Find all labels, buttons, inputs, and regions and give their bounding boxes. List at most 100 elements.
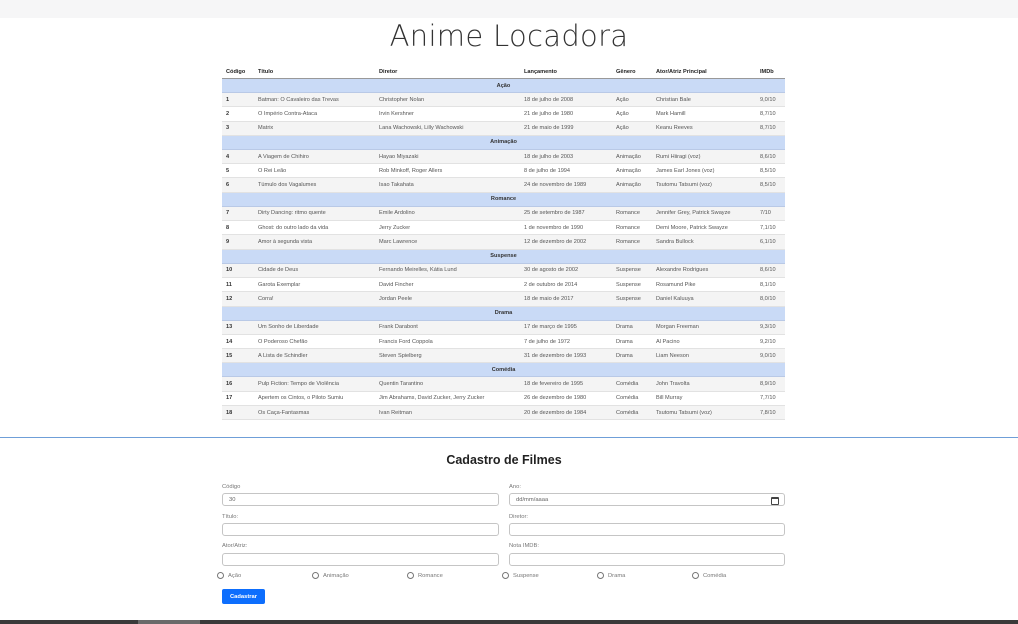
cell-imdb: 8,7/10 (756, 106, 785, 122)
table-header-row: Código Título Diretor Lançamento Gênero … (222, 65, 785, 79)
movies-table-body: Ação 1 Batman: O Cavaleiro das Trevas Chris… (222, 78, 785, 421)
cadastrar-button[interactable]: Cadastrar (222, 589, 265, 604)
cell-codigo: 1 (222, 92, 254, 108)
genre-radio-animacao[interactable]: Animação (312, 572, 349, 579)
cell-diretor: Irvin Kershner (375, 106, 520, 122)
cell-diretor: Rob Minkoff, Roger Allers (375, 163, 520, 179)
category-row: Comédia (222, 362, 785, 378)
cell-ator: James Earl Jones (voz) (652, 163, 756, 179)
cell-diretor: Fernando Meirelles, Kátia Lund (375, 263, 520, 278)
cell-titulo: Apertem os Cintos, o Piloto Sumiu (254, 391, 375, 407)
cell-ator: Sandra Bullock (652, 234, 756, 250)
form-title: Cadastro de Filmes (446, 453, 562, 467)
cell-genero: Animação (612, 177, 652, 193)
scrollbar-thumb[interactable] (138, 620, 200, 624)
codigo-input[interactable]: 30 (222, 493, 499, 506)
cell-ator: Mark Hamill (652, 106, 756, 122)
table-row: 12 Corra! Jordan Peele 18 de maio de 2017 Su… (222, 291, 785, 307)
ano-label: Ano: (509, 484, 521, 490)
cell-ator: Bill Murray (652, 391, 756, 407)
titulo-label: Título: (222, 514, 239, 520)
col-header-codigo: Código (222, 65, 254, 79)
cell-genero: Ação (612, 92, 652, 108)
cell-ator: Daniel Kaluuya (652, 291, 756, 307)
genre-radio-comedia[interactable]: Comédia (692, 572, 726, 579)
ator-input[interactable] (222, 553, 499, 566)
cell-diretor: Ivan Reitman (375, 405, 520, 421)
cell-codigo: 15 (222, 348, 254, 364)
cell-codigo: 7 (222, 206, 254, 222)
cell-codigo: 6 (222, 177, 254, 193)
cell-genero: Comédia (612, 376, 652, 392)
cell-imdb: 9,2/10 (756, 334, 785, 350)
cell-imdb: 8,6/10 (756, 263, 785, 278)
cell-titulo: Ghost: do outro lado da vida (254, 220, 375, 236)
cell-genero: Ação (612, 121, 652, 136)
radio-circle-icon[interactable] (597, 572, 604, 579)
radio-circle-icon[interactable] (407, 572, 414, 579)
genre-label: Comédia (703, 572, 727, 579)
cell-genero: Romance (612, 234, 652, 250)
section-divider (0, 437, 1018, 438)
cell-codigo: 8 (222, 220, 254, 236)
genre-radio-acao[interactable]: Ação (217, 572, 241, 579)
radio-circle-icon[interactable] (502, 572, 509, 579)
cell-codigo: 11 (222, 277, 254, 293)
cell-lancamento: 17 de março de 1995 (520, 320, 612, 335)
movies-table: Código Título Diretor Lançamento Gênero … (222, 65, 785, 421)
radio-circle-icon[interactable] (692, 572, 699, 579)
cell-titulo: A Lista de Schindler (254, 348, 375, 364)
table-row: 7 Dirty Dancing: ritmo quente Emile Ardoli… (222, 206, 785, 222)
ano-date-input[interactable]: dd/mm/aaaa (509, 493, 785, 506)
cell-genero: Drama (612, 334, 652, 350)
diretor-input[interactable] (509, 523, 785, 536)
cell-lancamento: 18 de fevereiro de 1995 (520, 376, 612, 392)
cell-titulo: Pulp Fiction: Tempo de Violência (254, 376, 375, 392)
table-row: 13 Um Sonho de Liberdade Frank Darabont 17 … (222, 320, 785, 335)
cell-imdb: 8,9/10 (756, 376, 785, 392)
cell-lancamento: 21 de maio de 1999 (520, 121, 612, 136)
cell-genero: Suspense (612, 263, 652, 278)
genre-label: Animação (323, 572, 349, 579)
cell-genero: Drama (612, 348, 652, 364)
cell-codigo: 17 (222, 391, 254, 407)
genre-radio-suspense[interactable]: Suspense (502, 572, 539, 579)
cell-lancamento: 7 de julho de 1972 (520, 334, 612, 350)
cell-titulo: Matrix (254, 121, 375, 136)
cell-genero: Suspense (612, 291, 652, 307)
nota-input[interactable] (509, 553, 785, 566)
table-row: 9 Amor à segunda vista Marc Lawrence 12 de … (222, 234, 785, 250)
radio-circle-icon[interactable] (312, 572, 319, 579)
cell-imdb: 9,0/10 (756, 348, 785, 364)
radio-circle-icon[interactable] (217, 572, 224, 579)
cell-genero: Suspense (612, 277, 652, 293)
cell-titulo: Amor à segunda vista (254, 234, 375, 250)
cell-imdb: 8,7/10 (756, 121, 785, 136)
cell-titulo: Os Caça-Fantasmas (254, 405, 375, 421)
category-label: Romance (222, 192, 785, 207)
cell-lancamento: 12 de dezembro de 2002 (520, 234, 612, 250)
cell-genero: Comédia (612, 391, 652, 407)
page-title: Anime Locadora (389, 19, 629, 53)
cell-imdb: 7,8/10 (756, 405, 785, 421)
col-header-diretor: Diretor (375, 65, 520, 79)
table-row: 1 Batman: O Cavaleiro das Trevas Christoph… (222, 92, 785, 108)
cell-ator: Morgan Freeman (652, 320, 756, 335)
cell-codigo: 3 (222, 121, 254, 136)
genre-radio-drama[interactable]: Drama (597, 572, 625, 579)
cell-imdb: 8,0/10 (756, 291, 785, 307)
cell-diretor: Francis Ford Coppola (375, 334, 520, 350)
table-row: 15 A Lista de Schindler Steven Spielberg 31… (222, 348, 785, 364)
col-header-titulo: Título (254, 65, 375, 79)
calendar-icon[interactable] (771, 497, 779, 505)
genre-radio-romance[interactable]: Romance (407, 572, 443, 579)
cell-imdb: 8,5/10 (756, 163, 785, 179)
codigo-label: Código (222, 484, 241, 490)
cell-imdb: 7,1/10 (756, 220, 785, 236)
cell-diretor: Hayao Miyazaki (375, 149, 520, 165)
titulo-input[interactable] (222, 523, 499, 536)
cell-lancamento: 26 de dezembro de 1980 (520, 391, 612, 407)
ator-label: Ator/Atriz: (222, 543, 248, 549)
cell-codigo: 16 (222, 376, 254, 392)
cell-titulo: O Império Contra-Ataca (254, 106, 375, 122)
